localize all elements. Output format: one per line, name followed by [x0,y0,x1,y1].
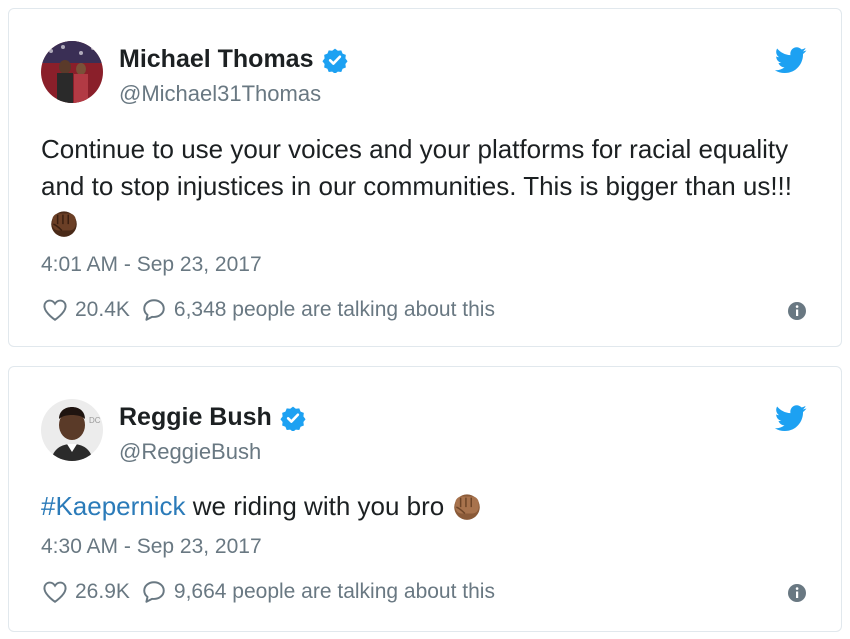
conversation-link[interactable]: 9,664 people are talking about this [174,580,495,604]
like-count[interactable]: 26.9K [75,580,130,604]
tweet-timestamp[interactable]: 4:30 AM - Sep 23, 2017 [41,535,262,559]
raised-fist-icon [51,211,77,237]
verified-badge-icon [280,406,306,431]
raised-fist-icon [454,494,480,520]
author-name[interactable]: Michael Thomas [119,45,314,74]
tweet-card[interactable]: DC Reggie Bush @ReggieBush #Kaepernick w… [8,366,842,632]
like-count[interactable]: 20.4K [75,298,130,322]
heart-icon[interactable] [41,297,69,323]
verified-badge-icon [321,48,348,73]
conversation-link[interactable]: 6,348 people are talking about this [174,298,495,322]
tweet-actions: 20.4K 6,348 people are talking about thi… [41,297,495,323]
svg-text:DC: DC [89,416,101,425]
avatar[interactable] [41,41,103,103]
tweet-card[interactable]: Michael Thomas @Michael31Thomas Continue… [8,8,842,347]
hashtag-link[interactable]: #Kaepernick [41,491,186,521]
author-name[interactable]: Reggie Bush [119,403,272,432]
twitter-bird-icon[interactable] [775,405,807,432]
author-handle[interactable]: @ReggieBush [119,439,261,465]
twitter-bird-icon[interactable] [775,47,807,74]
speech-bubble-icon[interactable] [140,579,168,605]
speech-bubble-icon[interactable] [140,297,168,323]
tweet-body: we riding with you bro [185,491,445,521]
author-handle[interactable]: @Michael31Thomas [119,81,321,107]
heart-icon[interactable] [41,579,69,605]
tweet-actions: 26.9K 9,664 people are talking about thi… [41,579,495,605]
info-icon[interactable] [787,583,807,603]
avatar[interactable]: DC [41,399,103,461]
tweet-body: Continue to use your voices and your pla… [41,134,793,201]
tweet-text: Continue to use your voices and your pla… [41,131,821,242]
info-icon[interactable] [787,301,807,321]
tweet-timestamp[interactable]: 4:01 AM - Sep 23, 2017 [41,253,262,277]
tweet-text: #Kaepernick we riding with you bro [41,488,821,525]
